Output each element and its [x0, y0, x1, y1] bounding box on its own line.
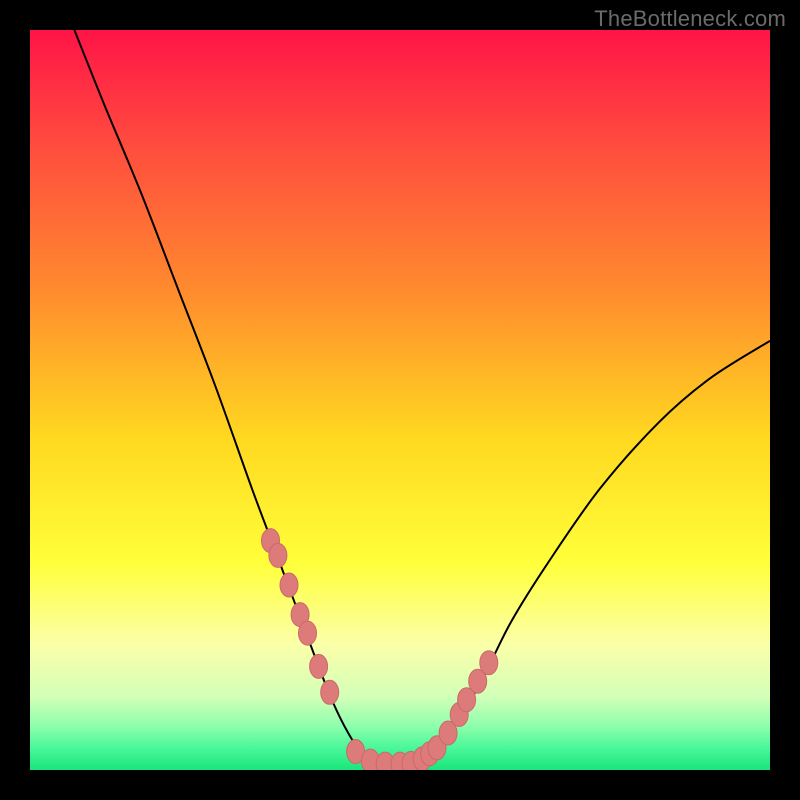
chart-frame: TheBottleneck.com [0, 0, 800, 800]
marker-group [262, 529, 498, 770]
curve-marker [280, 573, 298, 597]
bottleneck-curve [74, 30, 770, 767]
attribution-label: TheBottleneck.com [594, 6, 786, 32]
curve-marker [321, 680, 339, 704]
curve-marker [310, 654, 328, 678]
curve-marker [269, 543, 287, 567]
curve-marker [299, 621, 317, 645]
plot-area [30, 30, 770, 770]
curve-marker [480, 651, 498, 675]
curve-layer [30, 30, 770, 770]
